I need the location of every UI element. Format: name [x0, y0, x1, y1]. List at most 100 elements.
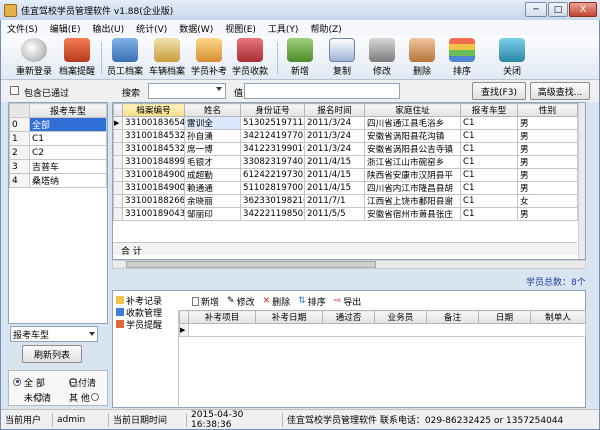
makeup-records-icon [116, 296, 124, 304]
menu-tools[interactable]: 工具(Y) [262, 22, 305, 35]
value-input[interactable] [244, 83, 400, 99]
cell-name: 毛银才 [184, 155, 241, 169]
col-gender[interactable]: 性别 [517, 103, 578, 117]
row-header-corner [179, 310, 189, 324]
col-vehicle-type[interactable]: 报考车型 [460, 103, 518, 117]
detail-delete-button[interactable]: ✕ 删除 [263, 295, 291, 308]
exit-icon [499, 38, 525, 62]
archive-reminder-button[interactable]: 档案提醒 [57, 38, 97, 78]
detail-export-button[interactable]: ⇨ 导出 [334, 295, 362, 308]
vehicle-type-combo[interactable]: 报考车型 [10, 326, 98, 342]
list-index: 4 [9, 173, 30, 188]
delete-button[interactable]: 删除 [407, 38, 437, 78]
cell-enroll-date: 2011/7/1 [304, 194, 365, 208]
payment-button[interactable]: 学员收款 [230, 38, 270, 78]
table-row[interactable]: 331001849001 赖通通 511028197001 2011/4/15 四川省内… [113, 181, 578, 195]
menu-output[interactable]: 输出(U) [86, 22, 130, 35]
include-passed-checkbox[interactable] [10, 86, 19, 95]
table-row[interactable]: 331001890439 邹丽印 342221198507 2011/5/5 安徽省宿州… [113, 207, 578, 221]
find-button[interactable]: 查找(F3) [472, 82, 526, 100]
chevron-down-icon[interactable] [89, 332, 95, 336]
tab-payment-management[interactable]: 收款管理 [116, 306, 168, 319]
vehicle-file-button[interactable]: 车辆档案 [147, 38, 187, 78]
list-item[interactable]: 0 全部 [9, 117, 107, 132]
table-row[interactable]: ▶ 331001836545 雷训全 513025197112 2011/3/2… [113, 116, 578, 130]
add-button[interactable]: 新增 [285, 38, 315, 78]
current-user-value: admin [53, 412, 109, 427]
table-row[interactable]: ▶ [179, 323, 586, 337]
menu-data[interactable]: 数据(W) [173, 22, 219, 35]
cell-address: 安徽省涡阳县公吉寺镇 [364, 142, 461, 156]
refresh-list-button[interactable]: 刷新列表 [22, 345, 82, 363]
cell-id-number: 330823197403 [240, 155, 305, 169]
advanced-find-button[interactable]: 高级查找... [530, 82, 590, 100]
chevron-down-icon[interactable] [216, 87, 222, 91]
minimize-button[interactable]: ─ [525, 2, 547, 17]
col-name[interactable]: 姓名 [184, 103, 241, 117]
relogin-icon [21, 38, 47, 62]
cell-enroll-date: 2011/5/5 [304, 207, 365, 221]
table-row[interactable]: 331001845322 席一博 341223199010 2011/3/24 安徽省涡… [113, 142, 578, 156]
table-row[interactable]: 331001845320 孙自湧 342124197703 2011/3/24 安徽省涡… [113, 129, 578, 143]
cell-enroll-date: 2011/3/24 [304, 142, 365, 156]
detail-tab-list: 补考记录 收款管理 学员提醒 [116, 294, 168, 342]
list-item[interactable]: 3 吉普车 [9, 159, 107, 174]
exit-button[interactable]: 关闭 [497, 38, 527, 78]
edit-button[interactable]: 修改 [367, 38, 397, 78]
list-label: 全部 [29, 117, 107, 132]
row-header [113, 207, 123, 221]
cell-address: 安徽省涡阳县花沟镇 [364, 129, 461, 143]
radio-other[interactable] [90, 392, 99, 401]
detail-edit-button[interactable]: ✎ 修改 [227, 295, 255, 308]
col-makeup-item[interactable]: 补考项目 [188, 310, 256, 324]
table-row[interactable]: 331001848999 毛银才 330823197403 2011/4/15 浙江省江… [113, 155, 578, 169]
table-row[interactable]: 331001882665 余晓丽 362330198210 2011/7/1 江西省上饶… [113, 194, 578, 208]
sort-button[interactable]: 排序 [447, 38, 477, 78]
student-count: 学员总数：8个 [526, 278, 586, 288]
cell-name: 席一博 [184, 142, 241, 156]
table-row[interactable]: 331001849000 成超勤 612422197303 2011/4/15 陕西省安… [113, 168, 578, 182]
list-item[interactable]: 2 C2 [9, 145, 107, 160]
current-row-indicator: ▶ [113, 116, 123, 130]
col-archive-no[interactable]: 档案编号 [122, 103, 185, 117]
menu-stats[interactable]: 统计(V) [130, 22, 173, 35]
row-header [113, 194, 123, 208]
menu-view[interactable]: 视图(E) [219, 22, 262, 35]
col-salesperson[interactable]: 业务员 [374, 310, 427, 324]
col-note[interactable]: 备注 [426, 310, 479, 324]
scroll-thumb[interactable] [126, 261, 376, 268]
list-item[interactable]: 1 C1 [9, 131, 107, 146]
close-button[interactable]: X [569, 2, 597, 17]
col-id-number[interactable]: 身份证号 [240, 103, 305, 117]
relogin-button[interactable]: 重新登录 [15, 38, 53, 78]
staff-file-button[interactable]: 员工档案 [105, 38, 145, 78]
sort-icon: ⇅ [298, 296, 306, 306]
col-passed[interactable]: 通过否 [322, 310, 375, 324]
grid-vertical-scrollbar[interactable] [578, 103, 585, 259]
col-enroll-date[interactable]: 报名时间 [304, 103, 365, 117]
col-makeup-date[interactable]: 补考日期 [255, 310, 323, 324]
search-field-select[interactable] [148, 83, 226, 99]
detail-sort-button[interactable]: ⇅ 排序 [298, 295, 326, 308]
tab-makeup-records[interactable]: 补考记录 [116, 294, 168, 307]
relogin-label: 重新登录 [15, 67, 52, 77]
makeup-exam-button[interactable]: 学员补考 [189, 38, 229, 78]
col-date[interactable]: 日期 [478, 310, 531, 324]
col-creator[interactable]: 制单人 [530, 310, 586, 324]
copy-button[interactable]: 复制 [327, 38, 357, 78]
export-icon: ⇨ [333, 296, 342, 306]
detail-add-button[interactable]: 新增 [192, 295, 219, 308]
menu-edit[interactable]: 编辑(E) [44, 22, 87, 35]
tab-student-reminders[interactable]: 学员提醒 [116, 318, 168, 331]
col-address[interactable]: 家庭住址 [364, 103, 461, 117]
cell-vehicle-type: C1 [460, 129, 518, 143]
maximize-button[interactable]: □ [548, 2, 568, 17]
add-icon [287, 38, 313, 62]
menu-help[interactable]: 帮助(Z) [304, 22, 347, 35]
list-item[interactable]: 4 桑塔纳 [9, 173, 107, 188]
vehicle-file-icon [154, 38, 180, 62]
cell-gender: 女 [517, 194, 578, 208]
radio-all[interactable] [13, 377, 21, 386]
menu-file[interactable]: 文件(S) [1, 22, 44, 35]
makeup-exam-icon [196, 38, 222, 62]
